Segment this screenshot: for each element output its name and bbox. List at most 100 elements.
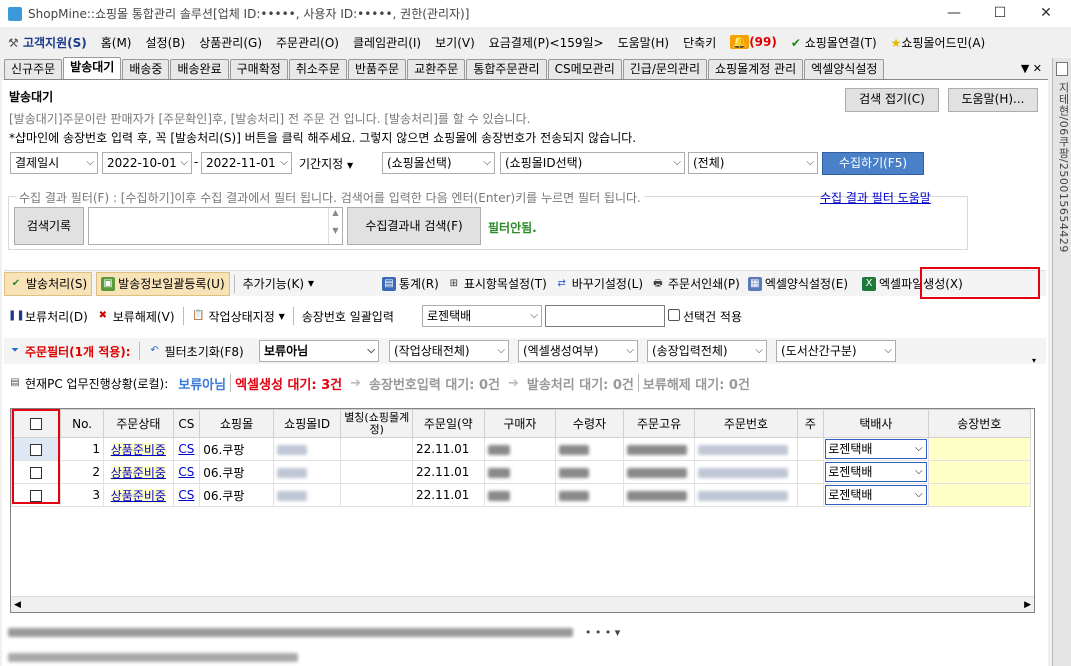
row-status-link[interactable]: 상품준비중 bbox=[103, 437, 174, 461]
date-type-select[interactable]: 결제일시 ⌵ bbox=[10, 152, 98, 174]
col-buyer[interactable]: 구매자 bbox=[483, 409, 557, 438]
date-from-picker[interactable]: 2022-10-01 ⌵ bbox=[102, 152, 192, 174]
menu-support[interactable]: ⚒ 고객지원(S) bbox=[0, 34, 94, 51]
scroll-arrows-icon[interactable]: ▲ ▼ bbox=[328, 208, 342, 244]
row-status-link[interactable]: 상품준비중 bbox=[103, 460, 174, 484]
search-history-button[interactable]: 검색기록 bbox=[14, 207, 84, 245]
tab-exchanges[interactable]: 교환주문 bbox=[407, 59, 466, 79]
menu-billing[interactable]: 요금결제(P)<159일> bbox=[482, 34, 611, 51]
menu-mall-admin[interactable]: ★쇼핑몰어드민(A) bbox=[884, 34, 993, 51]
col-alias[interactable]: 별칭(쇼핑몰계정) bbox=[340, 409, 413, 438]
col-order-date[interactable]: 주문일(약 bbox=[412, 409, 485, 438]
courier-select[interactable]: 로젠택배 ⌵ bbox=[422, 305, 542, 327]
ship-button[interactable]: ✔ 발송처리(S) bbox=[4, 271, 93, 296]
stats-button[interactable]: ▤ 통계(R) bbox=[378, 272, 443, 296]
row-invoice[interactable] bbox=[927, 460, 1032, 484]
col-mall[interactable]: 쇼핑몰 bbox=[199, 409, 274, 438]
menu-claim[interactable]: 클레임관리(I) bbox=[346, 34, 428, 51]
horizontal-scrollbar[interactable]: ◀ ▶ bbox=[11, 596, 1034, 612]
filter-reset-button[interactable]: ↶ 필터초기화(F8) bbox=[144, 339, 248, 363]
col-mall-id[interactable]: 쇼핑몰ID bbox=[272, 409, 342, 438]
island-filter-select[interactable]: (도서산간구분) ⌵ bbox=[776, 340, 896, 362]
period-dropdown[interactable]: 기간지정 ▼ bbox=[299, 155, 353, 172]
row-status-link[interactable]: 상품준비중 bbox=[103, 483, 174, 507]
filter-input[interactable]: ▲ ▼ bbox=[88, 207, 343, 245]
close-button[interactable]: ✕ bbox=[1023, 0, 1069, 27]
side-panel[interactable]: 지테현/06쿠팡/250015654429 bbox=[1052, 58, 1071, 666]
table-row[interactable]: 2 상품준비중 CS 06.쿠팡 22.11.01 로젠택배 ⌵ bbox=[11, 460, 1032, 484]
col-order-number[interactable]: 주문번호 bbox=[694, 409, 798, 438]
mall-select[interactable]: (쇼핑몰선택) ⌵ bbox=[382, 152, 495, 174]
excel-filter-select[interactable]: (엑셀생성여부) ⌵ bbox=[518, 340, 638, 362]
menu-mall-connect[interactable]: ✔ 쇼핑몰연결(T) bbox=[784, 34, 884, 51]
order-filter-label[interactable]: ⏷ 주문필터(1개 적용): bbox=[4, 339, 135, 363]
invoice-input[interactable] bbox=[545, 305, 665, 327]
row-courier-select[interactable]: 로젠택배 ⌵ bbox=[823, 483, 929, 507]
tab-mall-accounts[interactable]: 쇼핑몰계정 관리 bbox=[708, 59, 804, 79]
row-invoice[interactable] bbox=[927, 437, 1032, 461]
tab-delivered[interactable]: 배송완료 bbox=[170, 59, 229, 79]
status-more-button[interactable]: • • • ▾ bbox=[585, 626, 620, 639]
tab-cs-memo[interactable]: CS메모관리 bbox=[547, 59, 622, 79]
more-functions-button[interactable]: 추가기능(K) ▼ bbox=[239, 272, 318, 296]
menu-product[interactable]: 상품관리(G) bbox=[192, 34, 269, 51]
menu-shortcut[interactable]: 단축키 bbox=[676, 34, 723, 51]
unhold-button[interactable]: ✖ 보류해제(V) bbox=[92, 304, 179, 328]
menu-order[interactable]: 주문관리(O) bbox=[269, 34, 346, 51]
help-button[interactable]: 도움말(H)... bbox=[948, 88, 1038, 112]
row-cs-link[interactable]: CS bbox=[172, 483, 201, 507]
tab-in-delivery[interactable]: 배송중 bbox=[122, 59, 170, 79]
date-to-picker[interactable]: 2022-11-01 ⌵ bbox=[201, 152, 292, 174]
col-recipient[interactable]: 수령자 bbox=[555, 409, 624, 438]
tab-returns[interactable]: 반품주문 bbox=[347, 59, 407, 79]
search-within-button[interactable]: 수집결과내 검색(F) bbox=[347, 207, 481, 245]
invoice-filter-select[interactable]: (송장입력전체) ⌵ bbox=[647, 340, 767, 362]
menu-view[interactable]: 보기(V) bbox=[428, 34, 482, 51]
tab-integrated[interactable]: 통합주문관리 bbox=[466, 59, 547, 79]
tab-purchase-confirmed[interactable]: 구매확정 bbox=[229, 59, 288, 79]
row-invoice[interactable] bbox=[927, 483, 1032, 507]
row-cs-link[interactable]: CS bbox=[172, 460, 201, 484]
tab-canceled[interactable]: 취소주문 bbox=[288, 59, 347, 79]
col-unique-id[interactable]: 주문고유 bbox=[622, 409, 696, 438]
col-invoice[interactable]: 송장번호 bbox=[927, 409, 1032, 438]
row-courier-select[interactable]: 로젠택배 ⌵ bbox=[823, 437, 929, 461]
scroll-right-icon[interactable]: ▶ bbox=[1024, 597, 1031, 612]
menu-home[interactable]: 홈(M) bbox=[94, 34, 139, 51]
tab-controls[interactable]: ▼ ✕ bbox=[1015, 59, 1048, 79]
replace-settings-button[interactable]: ⇄ 바꾸기설정(L) bbox=[551, 272, 647, 296]
all-select[interactable]: (전체) ⌵ bbox=[688, 152, 818, 174]
row-courier-select[interactable]: 로젠택배 ⌵ bbox=[823, 460, 929, 484]
tab-waiting-shipment[interactable]: 발송대기 bbox=[63, 57, 122, 79]
minimize-button[interactable]: — bbox=[931, 0, 977, 27]
maximize-button[interactable]: ☐ bbox=[977, 0, 1023, 27]
col-status[interactable]: 주문상태 bbox=[103, 409, 174, 438]
work-status-button[interactable]: 📋 작업상태지정 ▼ bbox=[188, 304, 289, 328]
collect-button[interactable]: 수집하기(F5) bbox=[822, 152, 924, 175]
print-orders-button[interactable]: 🖶 주문서인쇄(P) bbox=[647, 272, 744, 296]
col-cs[interactable]: CS bbox=[172, 409, 201, 438]
filter-help-link[interactable]: 수집 결과 필터 도움말 bbox=[820, 189, 931, 206]
col-courier[interactable]: 택배사 bbox=[823, 409, 929, 438]
table-row[interactable]: 3 상품준비중 CS 06.쿠팡 22.11.01 로젠택배 ⌵ bbox=[11, 483, 1032, 507]
notification-button[interactable]: 🔔 (99) bbox=[723, 35, 784, 49]
tab-urgent[interactable]: 긴급/문의관리 bbox=[622, 59, 708, 79]
tab-excel-format[interactable]: 엑셀양식설정 bbox=[804, 59, 885, 79]
scroll-left-icon[interactable]: ◀ bbox=[14, 597, 21, 612]
fold-search-button[interactable]: 검색 접기(C) bbox=[845, 88, 939, 112]
column-settings-button[interactable]: ⊞ 표시항목설정(T) bbox=[443, 272, 551, 296]
apply-selected-button[interactable]: 선택건 적용 bbox=[668, 308, 742, 325]
col-note[interactable]: 주 bbox=[796, 409, 825, 438]
mall-id-select[interactable]: (쇼핑몰ID선택) ⌵ bbox=[500, 152, 685, 174]
tab-new-orders[interactable]: 신규주문 bbox=[4, 59, 63, 79]
hold-filter-select[interactable]: 보류아님 ⌵ bbox=[259, 340, 379, 362]
menu-help[interactable]: 도움말(H) bbox=[611, 34, 677, 51]
toolbar-overflow-icon[interactable]: ▾ bbox=[1032, 356, 1042, 366]
col-no[interactable]: No. bbox=[60, 409, 105, 438]
hold-button[interactable]: ❚❚ 보류처리(D) bbox=[4, 304, 92, 328]
menu-settings[interactable]: 설정(B) bbox=[139, 34, 193, 51]
excel-format-settings-button[interactable]: ▦ 엑셀양식설정(E) bbox=[744, 272, 852, 296]
bulk-register-button[interactable]: ▣ 발송정보일괄등록(U) bbox=[96, 271, 230, 296]
work-filter-select[interactable]: (작업상태전체) ⌵ bbox=[389, 340, 509, 362]
row-cs-link[interactable]: CS bbox=[172, 437, 201, 461]
